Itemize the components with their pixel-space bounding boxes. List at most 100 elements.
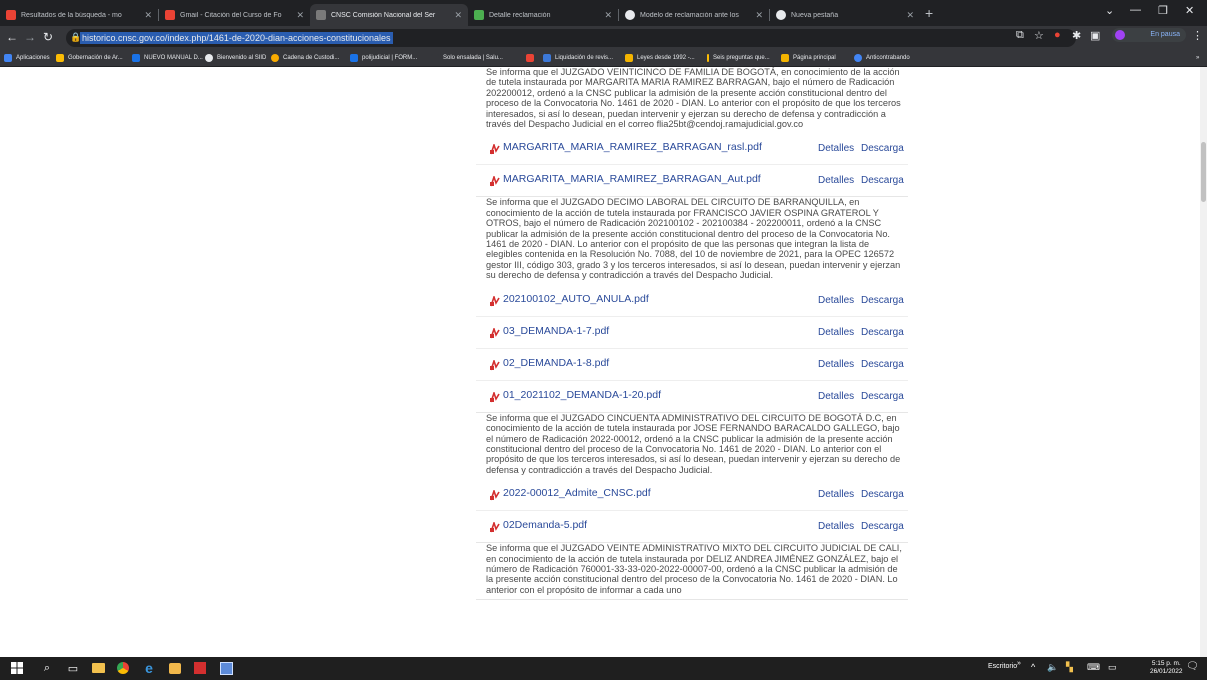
vertical-scrollbar[interactable] (1200, 67, 1207, 657)
forward-icon[interactable]: → (24, 30, 36, 44)
gmail-icon (165, 10, 175, 20)
keyboard-icon[interactable]: ⌨ (1087, 662, 1100, 673)
sidepanel-icon[interactable]: ▣ (1090, 29, 1100, 42)
close-icon[interactable]: ✕ (604, 10, 612, 21)
pictures-icon[interactable] (168, 661, 182, 675)
back-icon[interactable]: ← (6, 30, 18, 44)
bookmark-item[interactable]: Leyes desde 1992 -... (625, 52, 695, 64)
new-tab-icon[interactable]: + (925, 5, 933, 21)
download-link[interactable]: Descarga (861, 295, 904, 306)
window-close-icon[interactable]: ✕ (1185, 4, 1194, 17)
windows-taskbar: ⌕ ▭ e Escritorio » ^ 🔈 ▚ ⌨ ▭ 5:15 p. m. … (0, 657, 1207, 680)
show-hidden-icons-icon[interactable]: ^ (1031, 662, 1035, 672)
details-link[interactable]: Detalles (818, 143, 854, 154)
search-icon[interactable]: ⌕ (40, 661, 54, 675)
bookmark-item[interactable]: Solo ensalada | Salu... (431, 52, 503, 64)
document-link[interactable]: MARGARITA_MARIA_RAMIREZ_BARRAGAN_Aut.pdf (503, 173, 761, 185)
task-view-icon[interactable]: ▭ (66, 661, 80, 675)
tab-detalle-reclamacion[interactable]: Detalle reclamación ✕ (468, 4, 618, 26)
bookmark-item[interactable]: polijudicial | FORM... (350, 52, 417, 64)
minimize-icon[interactable]: — (1130, 4, 1141, 16)
file-explorer-icon[interactable] (91, 661, 105, 675)
more-bookmarks-icon[interactable]: » (1196, 52, 1199, 64)
tab-nueva-pestana[interactable]: Nueva pestaña ✕ (770, 4, 920, 26)
address-bar[interactable]: 🔒 historico.cnsc.gov.co/index.php/1461-d… (66, 29, 1076, 47)
share-icon[interactable]: ⧉ (1016, 29, 1024, 42)
battery-icon[interactable]: ▭ (1108, 662, 1117, 673)
bookmark-item[interactable] (526, 52, 538, 64)
chrome-icon[interactable] (116, 661, 130, 675)
bookmark-item[interactable]: Anticontrabando (854, 52, 910, 64)
download-link[interactable]: Descarga (861, 143, 904, 154)
tab-title: Nueva pestaña (791, 11, 839, 19)
bookmark-favicon-icon (271, 54, 279, 62)
globe-icon (625, 10, 635, 20)
system-clock[interactable]: 5:15 p. m. 26/01/2022 (1150, 660, 1183, 676)
notifications-icon[interactable]: 🗨 (1186, 661, 1199, 672)
details-link[interactable]: Detalles (818, 521, 854, 532)
chevron-right-double-icon[interactable]: » (1017, 660, 1021, 667)
desktop-toolbar-label[interactable]: Escritorio (988, 663, 1017, 670)
pdf-file-icon (490, 358, 500, 370)
details-link[interactable]: Detalles (818, 359, 854, 370)
reload-icon[interactable]: ↻ (43, 30, 53, 44)
tab-search-icon[interactable]: ⌄ (1105, 4, 1114, 17)
download-link[interactable]: Descarga (861, 327, 904, 338)
menu-kebab-icon[interactable]: ⋮ (1192, 29, 1203, 42)
document-link[interactable]: 03_DEMANDA-1-7.pdf (503, 325, 609, 337)
close-icon[interactable]: ✕ (296, 10, 304, 21)
download-link[interactable]: Descarga (861, 521, 904, 532)
details-link[interactable]: Detalles (818, 175, 854, 186)
document-link[interactable]: 02_DEMANDA-1-8.pdf (503, 357, 609, 369)
bookmark-item[interactable]: Gobernación de Ar... (56, 52, 123, 64)
download-link[interactable]: Descarga (861, 489, 904, 500)
bookmark-item[interactable]: Seis preguntas que... (707, 52, 770, 64)
bookmark-item[interactable]: Cadena de Custodi... (271, 52, 339, 64)
close-icon[interactable]: ✕ (906, 10, 914, 21)
document-link[interactable]: 01_2021102_DEMANDA-1-20.pdf (503, 389, 661, 401)
bookmark-star-icon[interactable]: ☆ (1034, 29, 1044, 42)
pdf-file-icon (490, 294, 500, 306)
pdf-file-icon (490, 390, 500, 402)
close-icon[interactable]: ✕ (755, 10, 763, 21)
scrollbar-thumb[interactable] (1201, 142, 1206, 202)
tab-title: Modelo de reclamación ante los (640, 11, 739, 19)
document-link[interactable]: 2022-00012_Admite_CNSC.pdf (503, 487, 651, 499)
tab-search-results[interactable]: Resultados de la búsqueda - mo ✕ (0, 4, 158, 26)
internet-explorer-icon[interactable]: e (142, 660, 156, 676)
app-icon[interactable] (219, 661, 233, 675)
details-link[interactable]: Detalles (818, 295, 854, 306)
profile-button[interactable]: En pausa (1112, 28, 1186, 42)
download-link[interactable]: Descarga (861, 175, 904, 186)
bookmark-item[interactable]: Página principal (781, 52, 836, 64)
close-icon[interactable]: ✕ (454, 10, 462, 21)
bookmark-item[interactable]: Liquidación de revis... (543, 52, 613, 64)
document-row: 02_DEMANDA-1-8.pdf Detalles Descarga (476, 349, 908, 381)
close-icon[interactable]: ✕ (144, 10, 152, 21)
download-link[interactable]: Descarga (861, 359, 904, 370)
document-link[interactable]: MARGARITA_MARIA_RAMIREZ_BARRAGAN_rasl.pd… (503, 141, 762, 153)
bookmark-item[interactable]: Aplicaciones (4, 52, 50, 64)
windows-start-icon[interactable] (10, 661, 24, 675)
acrobat-icon[interactable] (193, 661, 207, 675)
extensions-puzzle-icon[interactable]: ✱ (1072, 29, 1081, 42)
document-link[interactable]: 202100102_AUTO_ANULA.pdf (503, 293, 649, 305)
maximize-icon[interactable]: ❐ (1158, 4, 1168, 17)
gmail-icon (6, 10, 16, 20)
details-link[interactable]: Detalles (818, 489, 854, 500)
bookmark-item[interactable]: NUEVO MANUAL D... (132, 52, 203, 64)
extension-icon[interactable]: ● (1054, 29, 1061, 41)
download-link[interactable]: Descarga (861, 391, 904, 402)
bookmark-favicon-icon (431, 54, 439, 62)
tab-cnsc[interactable]: CNSC Comisión Nacional del Ser ✕ (310, 4, 468, 26)
tab-title: CNSC Comisión Nacional del Ser (331, 11, 436, 19)
tab-gmail[interactable]: Gmail - Citación del Curso de Fo ✕ (159, 4, 310, 26)
network-icon[interactable]: ▚ (1066, 662, 1073, 673)
bookmark-item[interactable]: Bienvenido al SIID (205, 52, 266, 64)
document-link[interactable]: 02Demanda-5.pdf (503, 519, 587, 531)
tab-modelo-reclamacion[interactable]: Modelo de reclamación ante los ✕ (619, 4, 769, 26)
details-link[interactable]: Detalles (818, 391, 854, 402)
url-text[interactable]: historico.cnsc.gov.co/index.php/1461-de-… (80, 32, 393, 44)
details-link[interactable]: Detalles (818, 327, 854, 338)
volume-icon[interactable]: 🔈 (1047, 662, 1058, 673)
